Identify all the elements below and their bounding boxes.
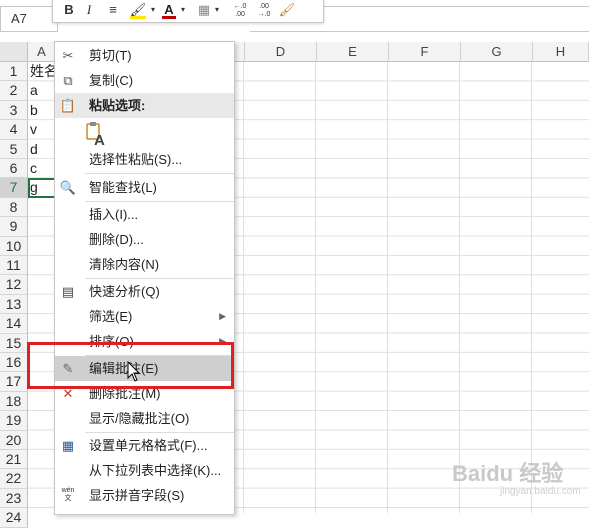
- cell-a2[interactable]: a: [30, 81, 38, 100]
- row-header-2[interactable]: 2: [0, 81, 28, 101]
- scissors-icon: ✂: [62, 48, 74, 63]
- font-color-icon: A: [164, 2, 174, 17]
- mini-toolbar: B I ≡ 🖌 ▾ A ▾ ▦ ▾ ←.0 .00 .00 →.0 🖌: [52, 0, 324, 23]
- cell-a6[interactable]: c: [30, 159, 37, 178]
- decrease-decimal-icon[interactable]: .00 →.0: [253, 0, 275, 25]
- smart-lookup-icon: 🔍: [59, 180, 77, 195]
- svg-text:A: A: [94, 132, 105, 147]
- menu-item-insert[interactable]: 插入(I)...: [55, 202, 234, 227]
- bold-button[interactable]: B: [61, 0, 77, 22]
- menu-item-show-phonetic[interactable]: wén 文 显示拼音字段(S): [55, 483, 234, 508]
- format-painter-icon[interactable]: 🖌: [277, 0, 297, 22]
- clipboard-icon: 📋: [59, 98, 77, 113]
- row-header-6[interactable]: 6: [0, 159, 28, 179]
- context-menu: ✂ 剪切(T) ⧉ 复制(C) 📋 粘贴选项: A 选择性粘贴(S)... 🔍 …: [54, 41, 235, 515]
- column-header-a[interactable]: A: [28, 42, 56, 62]
- increase-decimal-icon[interactable]: ←.0 .00: [229, 0, 251, 25]
- watermark-logo: Baidu 经验: [452, 461, 564, 486]
- menu-item-copy[interactable]: ⧉ 复制(C): [55, 68, 234, 93]
- row-header-9[interactable]: 9: [0, 217, 28, 237]
- menu-item-show-hide-comments[interactable]: 显示/隐藏批注(O): [55, 406, 234, 431]
- align-center-icon[interactable]: ≡: [103, 0, 123, 22]
- row-header-19[interactable]: 19: [0, 411, 28, 431]
- cell-a4[interactable]: v: [30, 120, 37, 139]
- borders-icon[interactable]: ▦: [195, 0, 213, 22]
- paint-bucket-icon: 🖌: [129, 2, 147, 17]
- menu-item-pick-from-list[interactable]: 从下拉列表中选择(K)...: [55, 458, 234, 483]
- row-header-17[interactable]: 17: [0, 372, 28, 392]
- row-header-16[interactable]: 16: [0, 353, 28, 373]
- column-header-d[interactable]: D: [245, 42, 317, 62]
- submenu-arrow-icon: ▶: [219, 311, 226, 321]
- cell-a5[interactable]: d: [30, 140, 38, 159]
- row-header-1[interactable]: 1: [0, 62, 28, 82]
- row-header-7[interactable]: 7: [0, 178, 28, 198]
- row-header-18[interactable]: 18: [0, 391, 28, 412]
- row-header-21[interactable]: 21: [0, 450, 28, 470]
- row-header-5[interactable]: 5: [0, 139, 28, 159]
- italic-button[interactable]: I: [81, 0, 97, 22]
- select-all-corner[interactable]: [0, 42, 28, 62]
- fill-color-button[interactable]: 🖌: [127, 0, 149, 22]
- row-header-14[interactable]: 14: [0, 314, 28, 334]
- menu-item-quick-analysis[interactable]: ▤ 快速分析(Q): [55, 279, 234, 304]
- mouse-pointer-icon: [127, 361, 141, 382]
- column-header-e[interactable]: E: [317, 42, 389, 62]
- row-header-13[interactable]: 13: [0, 294, 28, 315]
- menu-item-delete[interactable]: 删除(D)...: [55, 227, 234, 252]
- cell-a3[interactable]: b: [30, 101, 38, 120]
- fill-color-dropdown-icon[interactable]: ▾: [149, 0, 157, 22]
- row-header-3[interactable]: 3: [0, 100, 28, 121]
- row-header-24[interactable]: 24: [0, 508, 28, 528]
- quick-analysis-icon: ▤: [61, 284, 75, 299]
- row-header-11[interactable]: 11: [0, 256, 28, 276]
- menu-section-paste-options: 📋 粘贴选项:: [55, 93, 234, 118]
- row-header-10[interactable]: 10: [0, 236, 28, 256]
- name-box[interactable]: A7: [0, 6, 58, 32]
- row-header-20[interactable]: 20: [0, 430, 28, 450]
- row-header-12[interactable]: 12: [0, 275, 28, 295]
- column-header-f[interactable]: F: [389, 42, 461, 62]
- menu-item-smart-lookup[interactable]: 🔍 智能查找(L): [55, 175, 234, 200]
- menu-item-filter[interactable]: 筛选(E) ▶: [55, 304, 234, 329]
- column-header-g[interactable]: G: [461, 42, 533, 62]
- row-header-15[interactable]: 15: [0, 333, 28, 353]
- copy-icon: ⧉: [63, 73, 73, 88]
- menu-item-cut[interactable]: ✂ 剪切(T): [55, 43, 234, 68]
- column-header-h[interactable]: H: [533, 42, 589, 62]
- watermark-url: jingyan.baidu.com: [500, 486, 581, 497]
- borders-dropdown-icon[interactable]: ▾: [213, 0, 221, 22]
- format-cells-icon: ▦: [61, 438, 75, 453]
- selected-cell-border: [28, 178, 56, 198]
- phonetic-icon: wén 文: [61, 487, 75, 502]
- menu-item-clear-contents[interactable]: 清除内容(N): [55, 252, 234, 277]
- font-color-button[interactable]: A: [159, 0, 179, 22]
- menu-item-format-cells[interactable]: ▦ 设置单元格格式(F)...: [55, 433, 234, 458]
- row-header-23[interactable]: 23: [0, 488, 28, 509]
- row-header-8[interactable]: 8: [0, 197, 28, 218]
- row-header-4[interactable]: 4: [0, 120, 28, 140]
- font-color-dropdown-icon[interactable]: ▾: [179, 0, 187, 22]
- row-header-22[interactable]: 22: [0, 469, 28, 489]
- paste-keep-text-icon[interactable]: A: [85, 121, 107, 149]
- menu-item-paste-special[interactable]: 选择性粘贴(S)...: [55, 147, 234, 172]
